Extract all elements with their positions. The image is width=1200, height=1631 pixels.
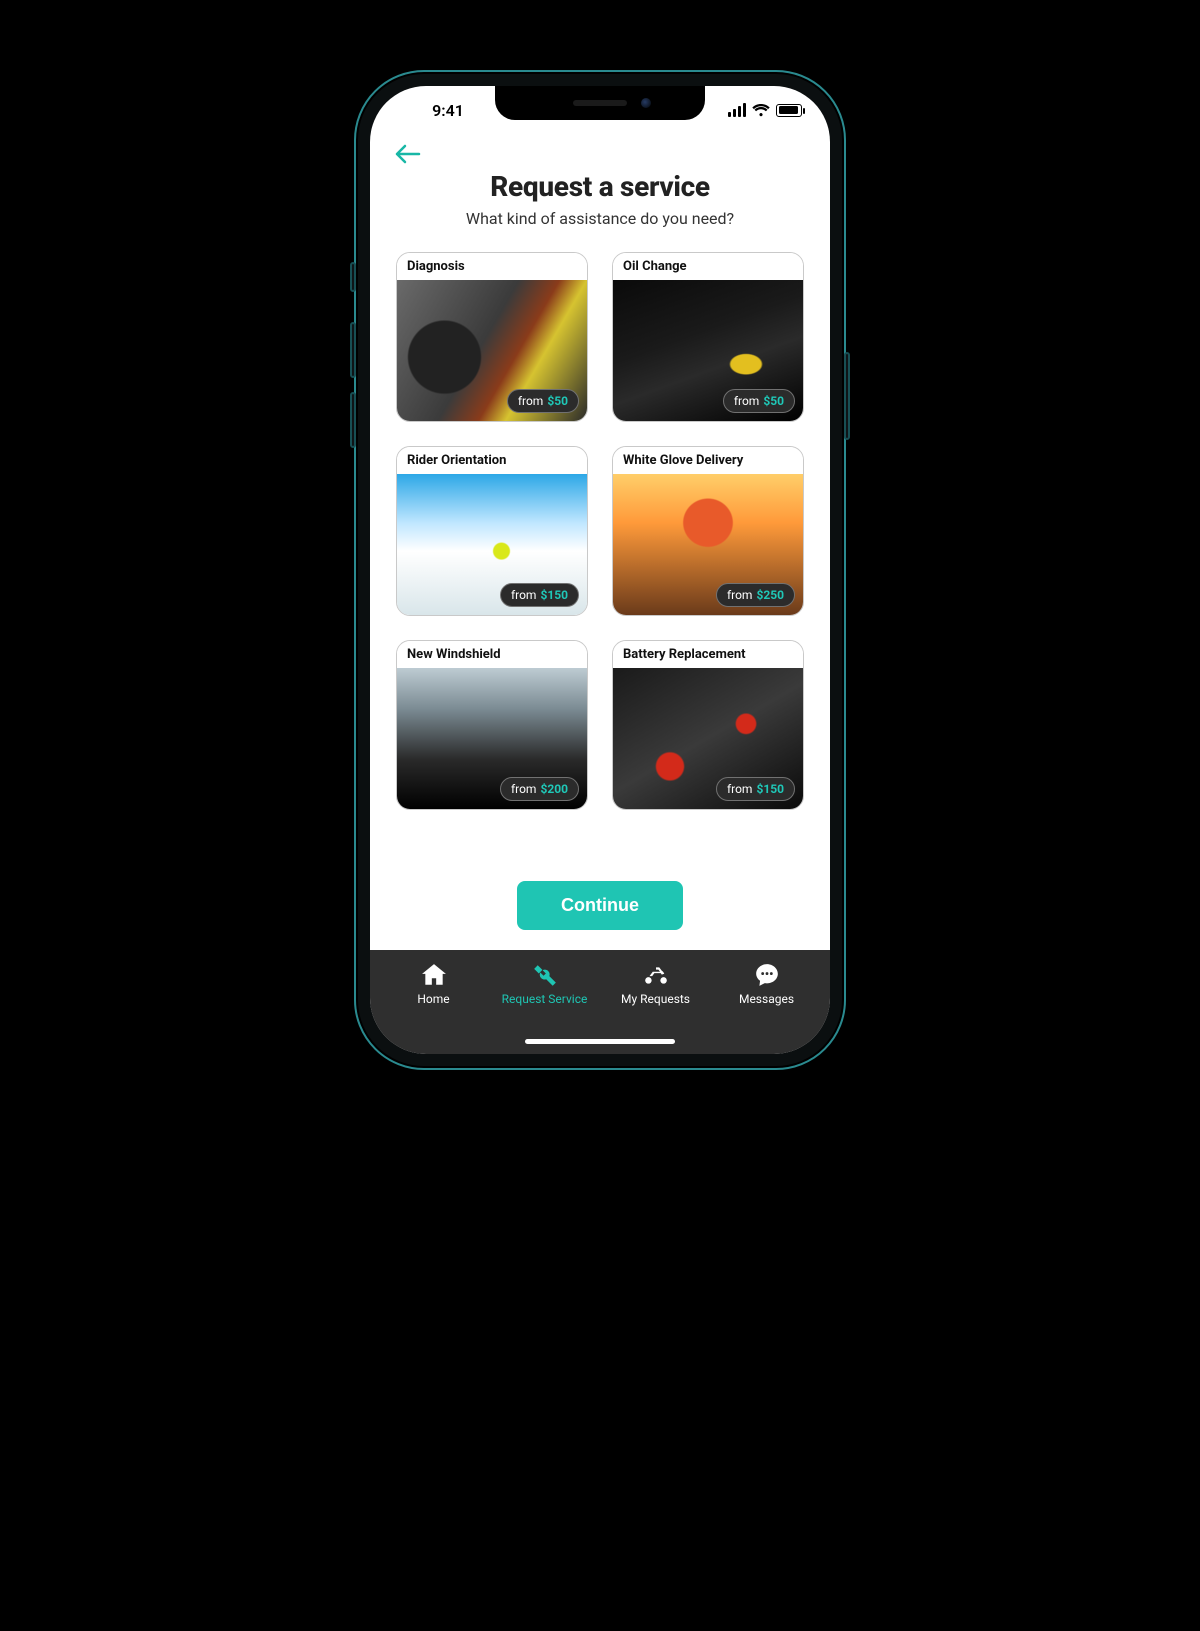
price-pill: from$200	[500, 777, 579, 801]
price-pill: from$50	[507, 389, 579, 413]
stage: 9:41	[0, 0, 1200, 1631]
nav-home[interactable]: Home	[389, 962, 479, 1006]
nav-my-requests[interactable]: My Requests	[611, 962, 701, 1006]
service-card-title: White Glove Delivery	[613, 447, 803, 474]
phone-frame: 9:41	[354, 70, 846, 1070]
service-card-title: Battery Replacement	[613, 641, 803, 668]
side-button-power	[844, 352, 850, 440]
battery-icon	[776, 104, 802, 117]
cellular-icon	[728, 103, 746, 117]
side-button-vol-up	[350, 322, 356, 378]
continue-button[interactable]: Continue	[517, 881, 683, 930]
nav-home-label: Home	[417, 992, 449, 1006]
home-indicator[interactable]	[525, 1039, 675, 1044]
service-card-oil-change[interactable]: Oil Change from$50	[612, 252, 804, 422]
notch-camera	[641, 98, 651, 108]
back-button[interactable]	[390, 140, 426, 168]
service-grid: Diagnosisfrom$50Oil Changefrom$50Rider O…	[370, 242, 830, 857]
phone-notch	[495, 86, 705, 120]
service-card-new-windshield[interactable]: New Windshield from$200	[396, 640, 588, 810]
service-card-title: Diagnosis	[397, 253, 587, 280]
price-pill: from$150	[716, 777, 795, 801]
nav-mine-label: My Requests	[621, 992, 690, 1006]
price-prefix: from	[511, 588, 537, 602]
service-card-battery-replacement[interactable]: Battery Replacement from$150	[612, 640, 804, 810]
nav-request-label: Request Service	[502, 992, 588, 1006]
service-card-white-glove-delivery[interactable]: White Glove Delivery from$250	[612, 446, 804, 616]
price-amount: $50	[763, 394, 784, 408]
service-card-title: Oil Change	[613, 253, 803, 280]
price-prefix: from	[727, 782, 753, 796]
tools-icon	[532, 962, 558, 988]
price-pill: from$250	[716, 583, 795, 607]
price-pill: from$150	[500, 583, 579, 607]
app-header	[370, 134, 830, 168]
status-indicators	[728, 103, 802, 117]
home-icon	[421, 962, 447, 988]
nav-request-service[interactable]: Request Service	[500, 962, 590, 1006]
nav-messages[interactable]: Messages	[722, 962, 812, 1006]
price-amount: $150	[756, 782, 784, 796]
price-prefix: from	[511, 782, 537, 796]
service-card-diagnosis[interactable]: Diagnosis from$50	[396, 252, 588, 422]
price-prefix: from	[518, 394, 544, 408]
continue-wrap: Continue	[370, 857, 830, 950]
price-prefix: from	[734, 394, 760, 408]
page-subtitle: What kind of assistance do you need?	[390, 209, 810, 228]
price-amount: $50	[547, 394, 568, 408]
notch-speaker	[573, 100, 627, 106]
status-time: 9:41	[398, 101, 498, 120]
service-card-rider-orientation[interactable]: Rider Orientation from$150	[396, 446, 588, 616]
chat-icon	[754, 962, 780, 988]
price-amount: $200	[540, 782, 568, 796]
price-prefix: from	[727, 588, 753, 602]
phone-screen: 9:41	[370, 86, 830, 1054]
service-card-title: Rider Orientation	[397, 447, 587, 474]
side-button-vol-down	[350, 392, 356, 448]
bottom-nav: Home Request Service My Requests Message…	[370, 950, 830, 1054]
side-button-mute	[350, 262, 356, 292]
wifi-icon	[752, 103, 770, 117]
price-pill: from$50	[723, 389, 795, 413]
nav-messages-label: Messages	[739, 992, 794, 1006]
service-card-title: New Windshield	[397, 641, 587, 668]
motorcycle-icon	[643, 962, 669, 988]
title-wrap: Request a service What kind of assistanc…	[370, 168, 830, 242]
arrow-left-icon	[395, 144, 421, 164]
price-amount: $250	[756, 588, 784, 602]
price-amount: $150	[540, 588, 568, 602]
page-title: Request a service	[390, 170, 810, 203]
